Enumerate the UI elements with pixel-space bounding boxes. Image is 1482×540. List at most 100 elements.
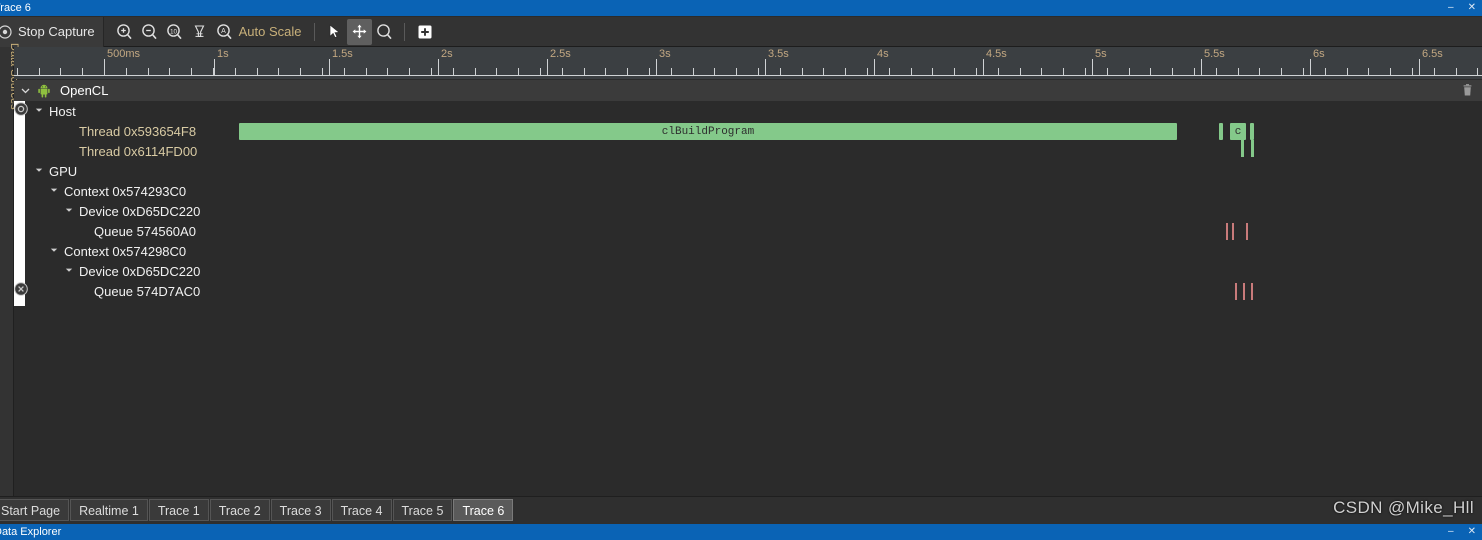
zoom-out-button[interactable] xyxy=(137,19,162,45)
ruler-minor-tick xyxy=(1129,68,1130,75)
ruler-major-tick xyxy=(104,59,105,75)
zoom-in-button[interactable] xyxy=(112,19,137,45)
timeline-ruler[interactable]: 500ms 1s 1.5s 2s 2.5s 3s 3.5s 4s 4.5s 5s 5.5s 6s 6.5… xyxy=(14,47,1482,79)
left-dock-strip: Data Sources xyxy=(0,43,20,515)
ruler-minor-tick xyxy=(1020,68,1021,75)
window-minimize-button[interactable]: – xyxy=(1448,0,1454,16)
ruler-minor-tick xyxy=(344,68,345,75)
document-tab[interactable]: Trace 2 xyxy=(209,499,270,521)
ruler-tick-label: 500ms xyxy=(107,48,141,60)
ruler-minor-tick xyxy=(693,68,694,75)
track-row-label: Thread 0x593654F8 xyxy=(79,123,197,139)
ruler-minor-tick xyxy=(475,68,476,75)
zoom-tool-button[interactable] xyxy=(372,19,397,45)
document-tab[interactable]: Trace 1 xyxy=(148,499,209,521)
chevron-down-icon[interactable] xyxy=(49,182,60,200)
track-row[interactable]: Queue 574D7AC0 xyxy=(25,281,225,301)
timeline-event-descender[interactable] xyxy=(1241,140,1244,157)
chevron-down-icon[interactable] xyxy=(34,102,45,120)
ruler-baseline xyxy=(14,75,1482,76)
timeline-empty-area[interactable] xyxy=(14,306,1482,496)
timeline-queue-marker[interactable] xyxy=(1251,283,1253,300)
document-tab[interactable]: Trace 6 xyxy=(453,499,514,521)
track-scroll-gutter[interactable] xyxy=(14,101,28,306)
track-row[interactable]: Thread 0x593654F8 xyxy=(25,121,225,141)
ruler-minor-tick xyxy=(911,68,912,75)
track-row-label: Context 0x574293C0 xyxy=(64,183,187,199)
track-row[interactable]: Queue 574560A0 xyxy=(25,221,225,241)
ruler-minor-tick xyxy=(1281,68,1282,75)
track-row[interactable]: GPU xyxy=(25,161,225,181)
zoom-tools-group: 10 A Auto Scale xyxy=(104,18,438,45)
chevron-down-icon[interactable] xyxy=(64,202,75,220)
document-tab[interactable]: Trace 4 xyxy=(331,499,392,521)
add-plus-icon xyxy=(417,24,433,40)
ruler-minor-tick xyxy=(1238,68,1239,75)
document-tab[interactable]: Realtime 1 xyxy=(70,499,148,521)
pan-tool-button[interactable] xyxy=(347,18,373,45)
chevron-down-icon[interactable] xyxy=(20,85,31,96)
ruler-minor-tick xyxy=(257,68,258,75)
ruler-minor-tick xyxy=(39,68,40,75)
timeline-event-descender[interactable] xyxy=(1251,140,1254,157)
ruler-minor-tick xyxy=(1434,68,1435,75)
document-tab[interactable]: Trace 3 xyxy=(270,499,331,521)
svg-text:10: 10 xyxy=(170,28,178,35)
auto-scale-label[interactable]: Auto Scale xyxy=(237,24,308,39)
ruler-minor-tick xyxy=(278,68,279,75)
timeline-queue-marker[interactable] xyxy=(1246,223,1248,240)
opencl-group-label: OpenCL xyxy=(60,83,109,98)
ruler-minor-tick xyxy=(1477,68,1478,75)
timeline-queue-marker[interactable] xyxy=(1235,283,1237,300)
ruler-minor-tick xyxy=(518,68,519,75)
track-row[interactable]: Context 0x574293C0 xyxy=(25,181,225,201)
window-title: Trace 6 xyxy=(0,2,31,14)
track-row-label: Context 0x574298C0 xyxy=(64,243,187,259)
ruler-minor-tick xyxy=(1085,68,1086,75)
timeline-queue-marker[interactable] xyxy=(1226,223,1228,240)
ruler-minor-tick xyxy=(562,68,563,75)
add-row-button[interactable] xyxy=(412,19,437,45)
select-tool-button[interactable] xyxy=(322,19,347,45)
ruler-minor-tick xyxy=(235,68,236,75)
timeline-event-bar[interactable]: c xyxy=(1230,123,1246,140)
track-row[interactable]: Device 0xD65DC220 xyxy=(25,201,225,221)
ruler-minor-tick xyxy=(998,68,999,75)
track-row-label: GPU xyxy=(49,163,78,179)
track-group-opencl[interactable]: OpenCL xyxy=(14,80,1482,101)
ruler-minor-tick xyxy=(409,68,410,75)
track-row[interactable]: Context 0x574298C0 xyxy=(25,241,225,261)
timeline-event-bar[interactable]: clBuildProgram xyxy=(239,123,1177,140)
ruler-tick-label: 6s xyxy=(1313,48,1325,60)
ruler-minor-tick xyxy=(1194,68,1195,75)
timeline-event-marker[interactable] xyxy=(1219,123,1223,140)
status-minimize-button[interactable]: – xyxy=(1448,524,1454,540)
chevron-down-icon[interactable] xyxy=(49,242,60,260)
track-row[interactable]: Thread 0x6114FD00 xyxy=(25,141,225,161)
ruler-minor-tick xyxy=(453,68,454,75)
ruler-minor-tick xyxy=(148,68,149,75)
document-tab[interactable]: Start Page xyxy=(0,499,70,521)
ruler-major-tick xyxy=(1201,59,1202,75)
stop-capture-button[interactable]: Stop Capture xyxy=(0,16,104,47)
filter-button[interactable] xyxy=(187,19,212,45)
timeline-lanes[interactable]: clBuildProgram c xyxy=(225,101,1482,306)
ruler-minor-tick xyxy=(1456,68,1457,75)
ruler-minor-tick xyxy=(322,68,323,75)
timeline-event-marker[interactable] xyxy=(1250,123,1254,140)
track-row[interactable]: Device 0xD65DC220 xyxy=(25,261,225,281)
trash-icon[interactable] xyxy=(1460,83,1475,98)
magnifier-icon xyxy=(376,23,393,40)
document-tab[interactable]: Trace 5 xyxy=(392,499,453,521)
zoom-reset-button[interactable]: 10 xyxy=(162,19,187,45)
chevron-down-icon[interactable] xyxy=(64,262,75,280)
status-close-button[interactable]: ✕ xyxy=(1468,524,1476,540)
ruler-major-tick xyxy=(329,59,330,75)
ruler-minor-tick xyxy=(1347,68,1348,75)
auto-scale-button[interactable]: A xyxy=(212,19,237,45)
chevron-down-icon[interactable] xyxy=(34,162,45,180)
timeline-queue-marker[interactable] xyxy=(1232,223,1234,240)
timeline-queue-marker[interactable] xyxy=(1243,283,1245,300)
window-close-button[interactable]: ✕ xyxy=(1468,0,1476,16)
track-row[interactable]: Host xyxy=(25,101,225,121)
